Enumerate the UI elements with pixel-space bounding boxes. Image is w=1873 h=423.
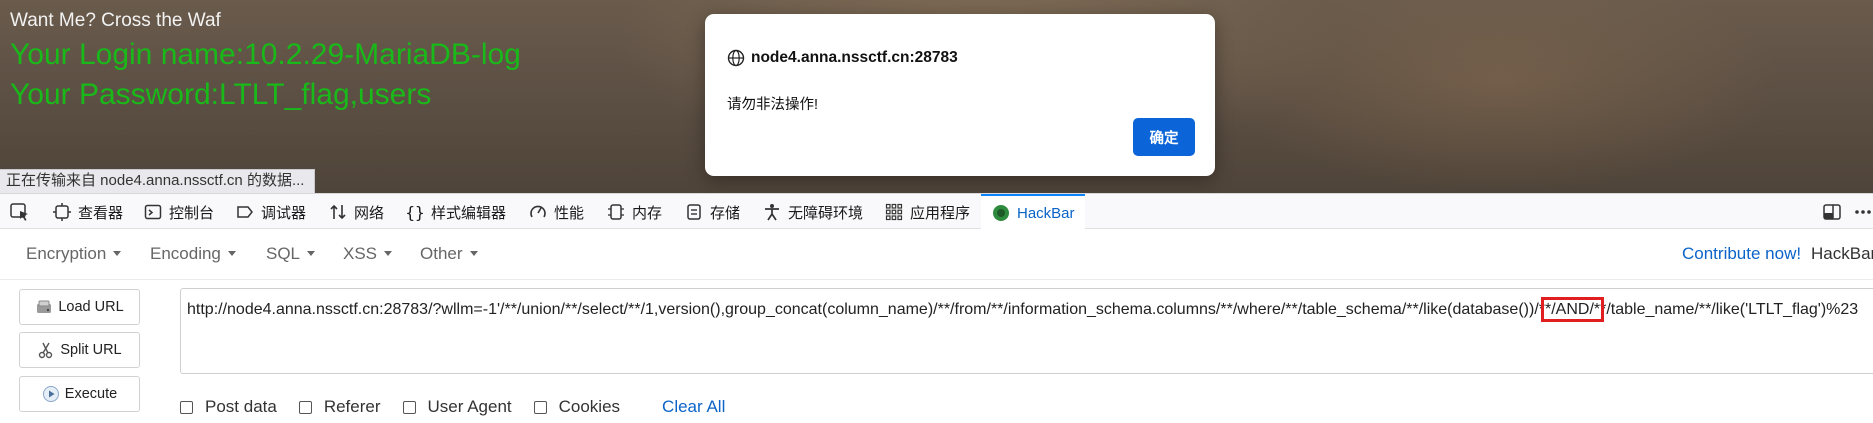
chevron-down-icon [113, 251, 122, 256]
referer-option[interactable]: Referer [298, 397, 381, 417]
menu-label: XSS [343, 244, 378, 263]
chevron-down-icon [469, 251, 478, 256]
network-icon [328, 202, 348, 222]
menu-label: Encryption [26, 244, 107, 263]
tab-label: 样式编辑器 [431, 204, 507, 222]
hackbar-icon [991, 203, 1011, 223]
scissors-icon [37, 341, 55, 359]
web-page-area: Want Me? Cross the Waf Your Login name:1… [0, 0, 1873, 193]
hackbar-brand: HackBar [1811, 244, 1873, 263]
split-url-button[interactable]: Split URL [19, 332, 140, 368]
chevron-down-icon [384, 251, 393, 256]
url-text-before: http://node4.anna.nssctf.cn:28783/?wllm=… [187, 301, 1545, 318]
inspector-icon [52, 202, 72, 222]
menu-label: Other [420, 244, 463, 263]
tab-label: HackBar [1017, 204, 1075, 222]
user-agent-option[interactable]: User Agent [402, 397, 512, 417]
element-picker-icon[interactable] [9, 194, 31, 230]
tab-inspector[interactable]: 查看器 [52, 194, 123, 230]
tab-label: 无障碍环境 [788, 204, 864, 222]
ok-button[interactable]: 确定 [1133, 118, 1195, 156]
memory-icon [606, 202, 626, 222]
tab-application[interactable]: 应用程序 [884, 194, 970, 230]
chevron-down-icon [227, 251, 236, 256]
button-label: Load URL [58, 299, 124, 315]
menu-other[interactable]: Other [420, 244, 478, 264]
option-label: User Agent [427, 397, 512, 416]
menu-label: SQL [266, 244, 301, 263]
devtools-toolbar: 查看器 控制台 调试器 网络 {} 样式编辑器 性能 内存 存储 无障碍环境 应… [0, 193, 1873, 230]
dock-layout-icon[interactable] [1822, 202, 1842, 222]
hackbar-menu-bar: Encryption Encoding SQL XSS Other Contri… [0, 230, 1873, 280]
post-data-checkbox[interactable] [180, 400, 193, 414]
url-textarea[interactable]: http://node4.anna.nssctf.cn:28783/?wllm=… [180, 288, 1873, 374]
button-label: Execute [64, 386, 118, 402]
tab-label: 性能 [554, 204, 585, 222]
tab-label: 查看器 [78, 204, 124, 222]
url-text-highlighted: */AND/* [1540, 297, 1605, 322]
tab-console[interactable]: 控制台 [143, 194, 214, 230]
performance-icon [528, 202, 548, 222]
alert-dialog: node4.anna.nssctf.cn:28783 请勿非法操作! 确定 [705, 14, 1215, 176]
password-text: Your Password:LTLT_flag,users [10, 78, 432, 111]
clear-all-link[interactable]: Clear All [662, 397, 725, 417]
button-label: Split URL [60, 342, 122, 358]
execute-button[interactable]: Execute [19, 376, 140, 412]
menu-encoding[interactable]: Encoding [150, 244, 236, 264]
tab-label: 控制台 [169, 204, 215, 222]
tab-label: 网络 [354, 204, 385, 222]
tab-label: 调试器 [261, 204, 307, 222]
tab-accessibility[interactable]: 无障碍环境 [762, 194, 863, 230]
tab-hackbar[interactable]: HackBar [981, 194, 1085, 230]
login-name-text: Your Login name:10.2.29-MariaDB-log [10, 38, 521, 71]
request-options: Post data Referer User Agent Cookies Cle… [180, 396, 725, 418]
tab-label: 应用程序 [910, 204, 971, 222]
menu-encryption[interactable]: Encryption [26, 244, 122, 264]
menu-label: Encoding [150, 244, 221, 263]
accessibility-icon [762, 202, 782, 222]
style-editor-icon: {} [405, 202, 425, 222]
application-icon [884, 202, 904, 222]
globe-icon [727, 49, 745, 67]
dialog-message: 请勿非法操作! [727, 97, 819, 113]
chevron-down-icon [307, 251, 316, 256]
page-heading: Want Me? Cross the Waf [10, 10, 221, 31]
tab-debugger[interactable]: 调试器 [235, 194, 306, 230]
console-icon [143, 202, 163, 222]
referer-checkbox[interactable] [298, 400, 312, 414]
user-agent-checkbox[interactable] [402, 400, 416, 414]
option-label: Cookies [558, 397, 621, 416]
storage-icon [684, 202, 704, 222]
loading-status-bar: 正在传输来自 node4.anna.nssctf.cn 的数据... [0, 169, 316, 193]
play-icon [42, 385, 60, 403]
menu-xss[interactable]: XSS [343, 244, 393, 264]
more-options-icon[interactable] [1853, 202, 1873, 222]
debugger-icon [235, 202, 255, 222]
load-url-icon [35, 298, 53, 316]
menu-sql[interactable]: SQL [266, 244, 316, 264]
dialog-origin: node4.anna.nssctf.cn:28783 [751, 49, 958, 66]
option-label: Referer [323, 397, 381, 416]
url-text-after: */table_name/**/like('LTLT_flag')%23 [1600, 301, 1859, 318]
tab-storage[interactable]: 存储 [684, 194, 740, 230]
tab-performance[interactable]: 性能 [528, 194, 584, 230]
tab-label: 内存 [632, 204, 663, 222]
cookies-option[interactable]: Cookies [533, 397, 621, 417]
tab-style-editor[interactable]: {} 样式编辑器 [405, 194, 506, 230]
tab-label: 存储 [710, 204, 741, 222]
cookies-checkbox[interactable] [533, 400, 547, 414]
tab-network[interactable]: 网络 [328, 194, 384, 230]
tab-memory[interactable]: 内存 [606, 194, 662, 230]
option-label: Post data [205, 397, 277, 416]
load-url-button[interactable]: Load URL [19, 289, 140, 325]
post-data-option[interactable]: Post data [180, 397, 277, 417]
contribute-link[interactable]: Contribute now! [1682, 244, 1801, 264]
